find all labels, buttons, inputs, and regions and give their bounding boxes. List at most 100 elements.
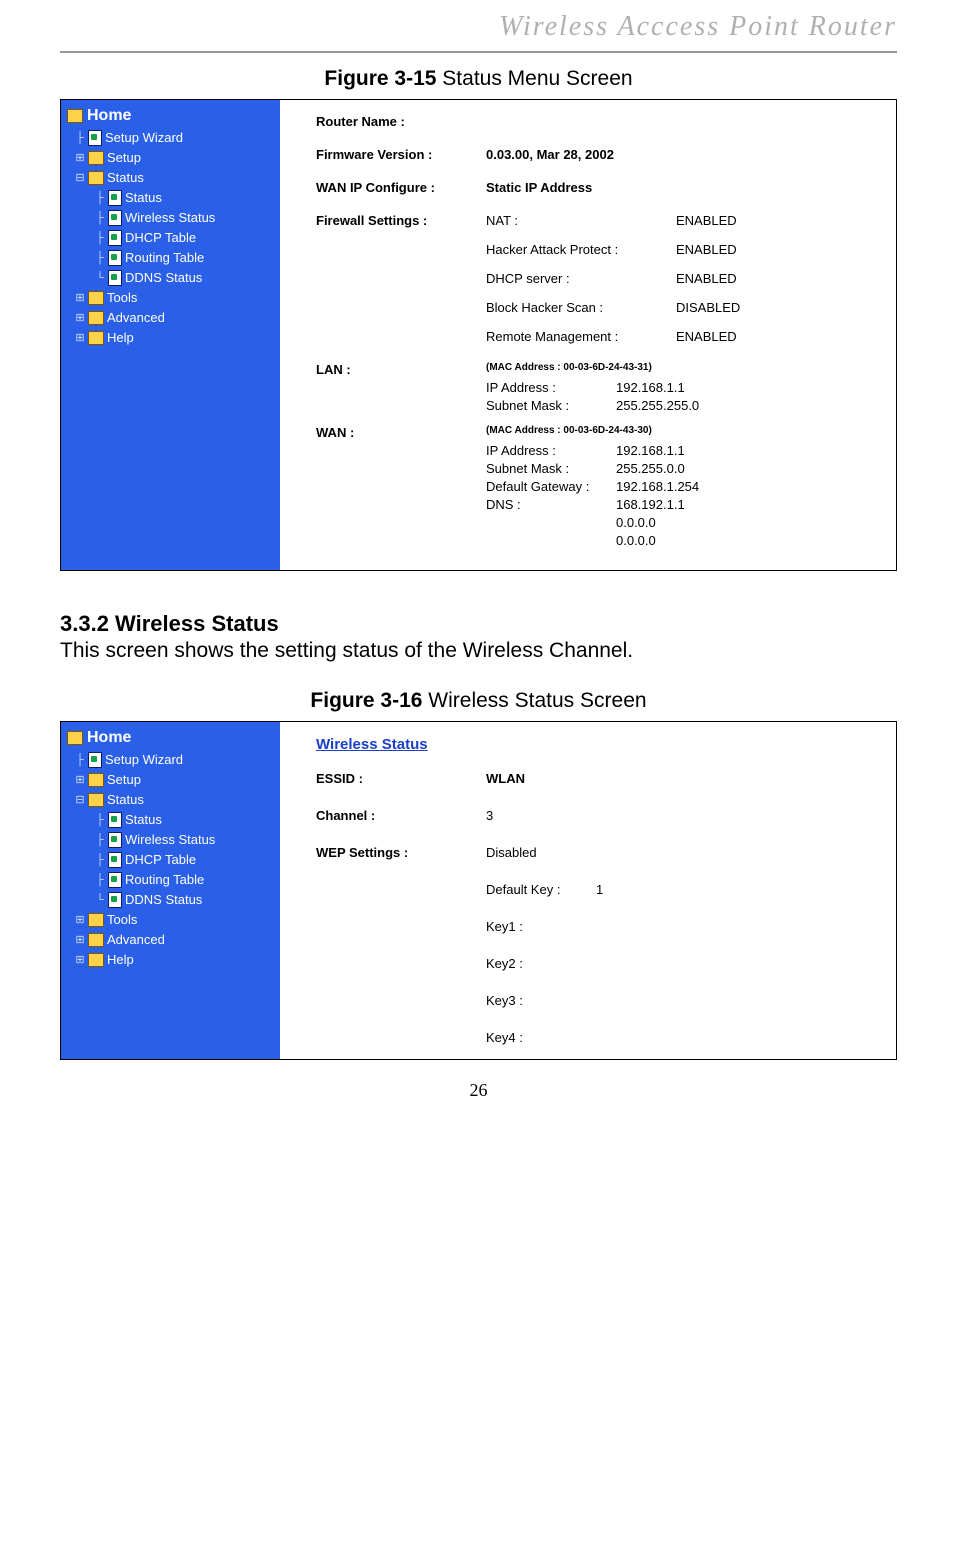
caption-1-bold: Figure 3-15	[324, 67, 436, 90]
expand-icon[interactable]: ⊞	[75, 770, 85, 790]
lan-mac: (MAC Address : 00-03-6D-24-43-31)	[486, 362, 699, 373]
wan-cfg-label: WAN IP Configure :	[316, 180, 486, 195]
header-title: Wireless Acccess Point Router	[499, 11, 897, 43]
nav-dhcp-table-label-2: DHCP Table	[125, 850, 196, 870]
nav-tools-label: Tools	[107, 288, 137, 308]
lan-ip-value: 192.168.1.1	[616, 379, 685, 397]
fw-version-value: 0.03.00, Mar 28, 2002	[486, 147, 614, 162]
nav-status-2[interactable]: ⊟ Status	[65, 790, 280, 810]
nav-wireless-status[interactable]: ├ Wireless Status	[65, 208, 280, 228]
collapse-icon[interactable]: ⊟	[75, 790, 85, 810]
fw-version-label: Firmware Version :	[316, 147, 486, 162]
tree-line-icon: └	[95, 268, 105, 288]
nav-home[interactable]: Home	[65, 106, 280, 126]
nav-setup[interactable]: ⊞ Setup	[65, 148, 280, 168]
nav-wireless-status-2[interactable]: ├ Wireless Status	[65, 830, 280, 850]
nav-dhcp-table[interactable]: ├ DHCP Table	[65, 228, 280, 248]
wan-mask-value: 255.255.0.0	[616, 460, 685, 478]
nav-advanced-2[interactable]: ⊞ Advanced	[65, 930, 280, 950]
nav-setup-wizard[interactable]: ├ Setup Wizard	[65, 128, 280, 148]
nav-sidebar: Home ├ Setup Wizard ⊞ Setup ⊟ Status ├ S…	[61, 100, 280, 570]
status-screenshot: Home ├ Setup Wizard ⊞ Setup ⊟ Status ├ S…	[60, 99, 897, 571]
nav-dhcp-table-2[interactable]: ├ DHCP Table	[65, 850, 280, 870]
fw-nat-label: NAT :	[486, 213, 676, 228]
nav-status[interactable]: ⊟ Status	[65, 168, 280, 188]
wan-dns3-label	[486, 532, 616, 550]
nav-home-2[interactable]: Home	[65, 728, 280, 748]
doc-icon	[108, 190, 122, 206]
expand-icon[interactable]: ⊞	[75, 910, 85, 930]
nav-status-status-label-2: Status	[125, 810, 162, 830]
lan-label: LAN :	[316, 362, 486, 377]
fw-nat-value: ENABLED	[676, 213, 737, 228]
caption-1-text: Status Menu Screen	[436, 67, 632, 90]
fw-remote-mgmt-label: Remote Management :	[486, 329, 676, 344]
nav-tools[interactable]: ⊞ Tools	[65, 288, 280, 308]
doc-icon	[108, 270, 122, 286]
doc-icon	[108, 230, 122, 246]
wireless-status-screenshot: Home ├ Setup Wizard ⊞ Setup ⊟ Status ├ S…	[60, 721, 897, 1060]
folder-icon	[88, 953, 104, 967]
nav-advanced[interactable]: ⊞ Advanced	[65, 308, 280, 328]
folder-open-icon	[67, 109, 83, 123]
fw-nat: NAT :ENABLED	[486, 213, 740, 228]
nav-ddns-status-label-2: DDNS Status	[125, 890, 202, 910]
fw-block-scan: Block Hacker Scan :DISABLED	[486, 300, 740, 315]
doc-icon	[108, 872, 122, 888]
nav-setup-2[interactable]: ⊞ Setup	[65, 770, 280, 790]
expand-icon[interactable]: ⊞	[75, 288, 85, 308]
expand-icon[interactable]: ⊞	[75, 930, 85, 950]
default-key-value: 1	[596, 882, 603, 897]
expand-icon[interactable]: ⊞	[75, 328, 85, 348]
nav-status-status-2[interactable]: ├ Status	[65, 810, 280, 830]
nav-routing-table-2[interactable]: ├ Routing Table	[65, 870, 280, 890]
nav-help-label-2: Help	[107, 950, 134, 970]
tree-line-icon: ├	[75, 750, 85, 770]
nav-help[interactable]: ⊞ Help	[65, 328, 280, 348]
lan-ip-block: IP Address :192.168.1.1 Subnet Mask :255…	[486, 379, 699, 415]
firewall-label: Firewall Settings :	[316, 213, 486, 228]
wan-ip-label: IP Address :	[486, 442, 616, 460]
fw-remote-mgmt: Remote Management :ENABLED	[486, 329, 740, 344]
expand-icon[interactable]: ⊞	[75, 148, 85, 168]
folder-open-icon	[67, 731, 83, 745]
fw-dhcp-server-label: DHCP server :	[486, 271, 676, 286]
folder-icon	[88, 331, 104, 345]
nav-routing-table-label-2: Routing Table	[125, 870, 204, 890]
nav-setup-label: Setup	[107, 148, 141, 168]
nav-status-status[interactable]: ├ Status	[65, 188, 280, 208]
nav-home-label: Home	[87, 106, 131, 126]
lan-mask-value: 255.255.255.0	[616, 397, 699, 415]
wan-dns-value: 168.192.1.1	[616, 496, 685, 514]
nav-sidebar-2: Home ├ Setup Wizard ⊞ Setup ⊟ Status ├ S…	[61, 722, 280, 1059]
nav-tools-2[interactable]: ⊞ Tools	[65, 910, 280, 930]
tree-line-icon: ├	[75, 128, 85, 148]
nav-wireless-status-label-2: Wireless Status	[125, 830, 215, 850]
fw-block-scan-label: Block Hacker Scan :	[486, 300, 676, 315]
expand-icon[interactable]: ⊞	[75, 308, 85, 328]
wan-cfg-value: Static IP Address	[486, 180, 592, 195]
tree-line-icon: └	[95, 890, 105, 910]
nav-ddns-status-2[interactable]: └ DDNS Status	[65, 890, 280, 910]
lan-mask-label: Subnet Mask :	[486, 397, 616, 415]
nav-setup-wizard-2[interactable]: ├ Setup Wizard	[65, 750, 280, 770]
wan-ip-block: IP Address :192.168.1.1 Subnet Mask :255…	[486, 442, 699, 550]
tree-line-icon: ├	[95, 188, 105, 208]
wireless-status-title: Wireless Status	[316, 736, 880, 753]
wan-label: WAN :	[316, 425, 486, 440]
figure-caption-1: Figure 3-15 Status Menu Screen	[60, 67, 897, 91]
expand-icon[interactable]: ⊞	[75, 950, 85, 970]
collapse-icon[interactable]: ⊟	[75, 168, 85, 188]
tree-line-icon: ├	[95, 228, 105, 248]
tree-line-icon: ├	[95, 208, 105, 228]
page-number: 26	[60, 1080, 897, 1101]
nav-status-status-label: Status	[125, 188, 162, 208]
nav-advanced-label: Advanced	[107, 308, 165, 328]
nav-routing-table[interactable]: ├ Routing Table	[65, 248, 280, 268]
nav-help-2[interactable]: ⊞ Help	[65, 950, 280, 970]
folder-icon	[88, 933, 104, 947]
tree-line-icon: ├	[95, 810, 105, 830]
nav-ddns-status[interactable]: └ DDNS Status	[65, 268, 280, 288]
fw-block-scan-value: DISABLED	[676, 300, 740, 315]
tree-line-icon: ├	[95, 870, 105, 890]
